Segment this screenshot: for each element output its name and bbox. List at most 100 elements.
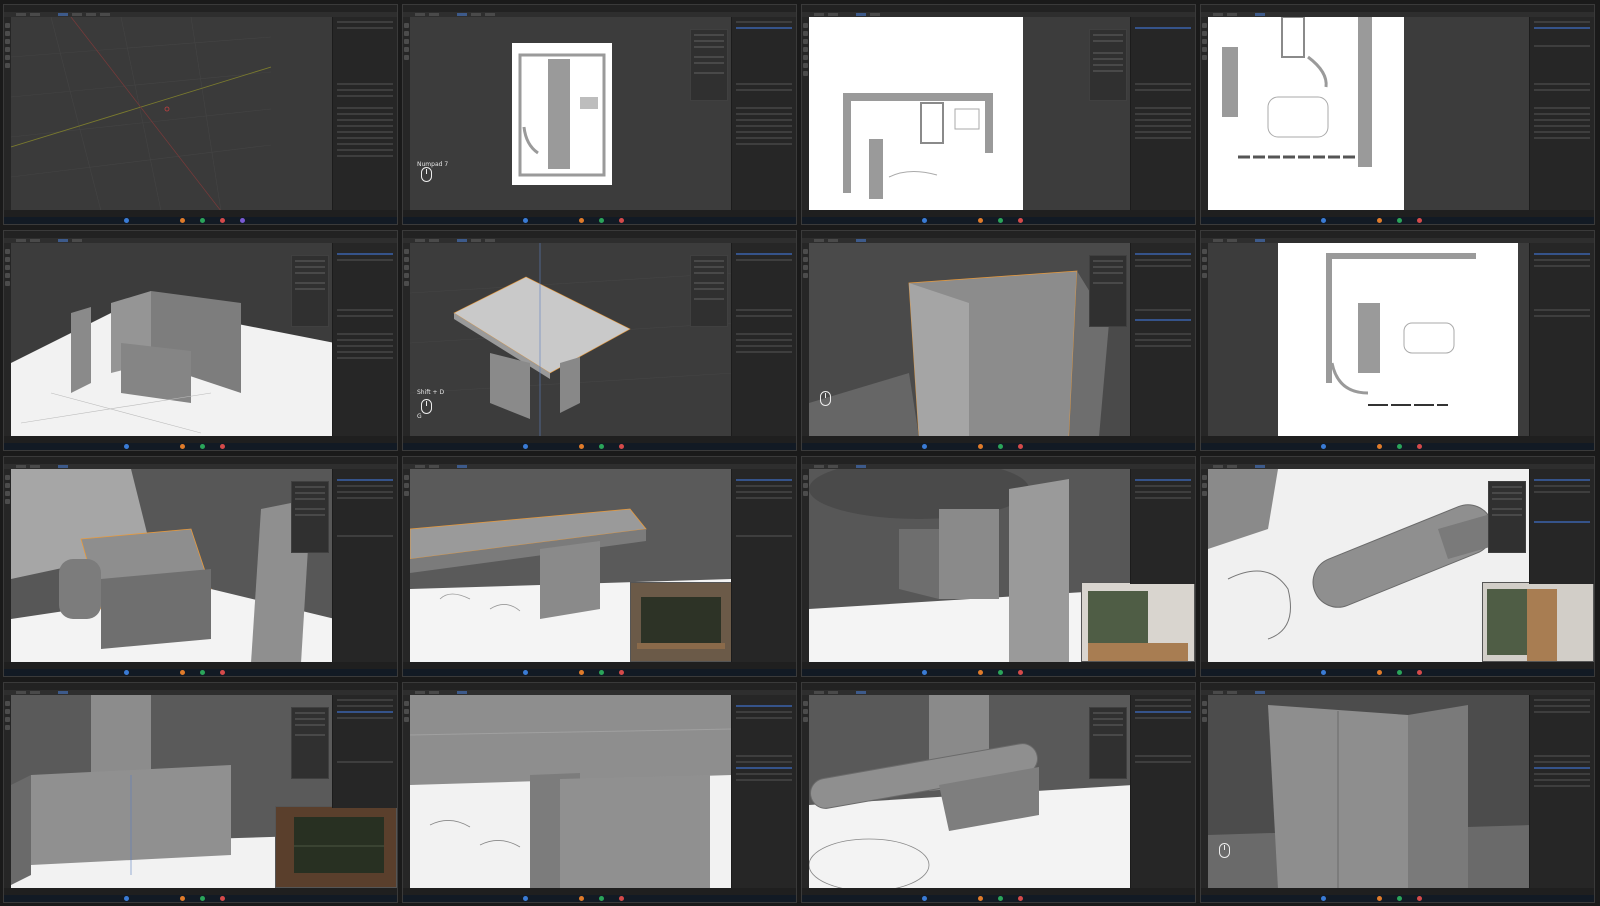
3d-viewport[interactable] xyxy=(809,17,1131,210)
3d-viewport[interactable] xyxy=(809,243,1131,436)
os-taskbar xyxy=(403,669,796,676)
mouse-icon xyxy=(1219,843,1230,858)
thumbnail-floor-slab[interactable]: Shift + D G Z xyxy=(402,230,797,451)
floorplan-reference-image xyxy=(512,43,612,185)
status-bar xyxy=(802,662,1195,669)
status-bar xyxy=(802,888,1195,895)
furniture-reference-photo xyxy=(1483,583,1593,661)
os-taskbar xyxy=(1201,217,1594,224)
os-taskbar xyxy=(4,217,397,224)
webcam-inset xyxy=(275,806,397,888)
properties-panel xyxy=(332,243,397,436)
status-bar xyxy=(1201,436,1594,443)
n-panel xyxy=(291,481,329,553)
n-panel xyxy=(1089,255,1127,327)
thumbnail-walls-extruded[interactable] xyxy=(3,230,398,451)
status-bar xyxy=(4,662,397,669)
os-taskbar xyxy=(4,669,397,676)
properties-panel xyxy=(332,695,397,808)
properties-panel xyxy=(1529,243,1594,436)
thumbnail-counter-closeup[interactable] xyxy=(402,682,797,903)
mouse-icon xyxy=(421,399,432,414)
3d-viewport[interactable] xyxy=(809,695,1131,888)
tool-shelf xyxy=(403,469,410,662)
os-taskbar xyxy=(403,443,796,450)
3d-viewport[interactable] xyxy=(1208,243,1530,436)
properties-panel xyxy=(731,17,796,210)
n-panel xyxy=(1089,29,1127,101)
thumbnail-floorplan-ortho[interactable] xyxy=(1200,230,1595,451)
tool-shelf xyxy=(403,243,410,436)
tool-shelf xyxy=(4,17,11,210)
floorplan-reference-image xyxy=(1208,17,1404,210)
status-bar xyxy=(403,210,796,217)
os-taskbar xyxy=(802,669,1195,676)
3d-viewport[interactable] xyxy=(11,17,333,210)
os-taskbar xyxy=(4,443,397,450)
properties-panel xyxy=(1130,243,1195,436)
thumbnail-tall-cabinet[interactable] xyxy=(1200,682,1595,903)
status-bar xyxy=(403,436,796,443)
3d-viewport[interactable] xyxy=(1208,17,1530,210)
3d-viewport[interactable] xyxy=(410,695,732,888)
thumbnail-rounded-bar[interactable] xyxy=(1200,456,1595,677)
webcam-inset xyxy=(1081,582,1195,662)
3d-model-bench xyxy=(809,695,1131,888)
os-taskbar xyxy=(802,217,1195,224)
status-bar xyxy=(4,436,397,443)
status-bar xyxy=(403,662,796,669)
tool-shelf xyxy=(1201,243,1208,436)
floorplan-reference-image xyxy=(1278,243,1518,436)
status-bar xyxy=(4,888,397,895)
tool-shelf xyxy=(4,469,11,662)
3d-viewport[interactable] xyxy=(410,17,732,210)
3d-model-walls xyxy=(11,291,333,436)
status-bar xyxy=(1201,662,1594,669)
furniture-reference-photo xyxy=(1082,583,1194,661)
thumbnail-wall-closeup[interactable] xyxy=(801,230,1196,451)
3d-viewport[interactable] xyxy=(1208,695,1530,888)
properties-panel xyxy=(1130,469,1195,584)
tool-shelf xyxy=(802,243,809,436)
os-taskbar xyxy=(802,895,1195,902)
thumbnail-floorplan-zoomed[interactable] xyxy=(801,4,1196,225)
tool-shelf xyxy=(4,695,11,888)
status-bar xyxy=(802,436,1195,443)
viewport-grid xyxy=(11,17,271,210)
webcam-inset xyxy=(630,582,732,662)
tool-shelf xyxy=(802,695,809,888)
properties-panel xyxy=(332,17,397,210)
tool-shelf xyxy=(4,243,11,436)
thumbnail-island-counter[interactable] xyxy=(402,456,797,677)
properties-panel xyxy=(1529,17,1594,210)
properties-panel xyxy=(1130,695,1195,888)
webcam-inset xyxy=(1482,582,1594,662)
tool-shelf xyxy=(403,17,410,210)
thumbnail-floorplan-small[interactable]: Numpad 7 xyxy=(402,4,797,225)
properties-panel xyxy=(1529,469,1594,584)
thumbnail-floorplan-detail[interactable] xyxy=(1200,4,1595,225)
thumbnail-bench-island[interactable] xyxy=(801,682,1196,903)
status-bar xyxy=(802,210,1195,217)
3d-viewport[interactable] xyxy=(410,243,732,436)
os-taskbar xyxy=(1201,669,1594,676)
os-taskbar xyxy=(403,217,796,224)
properties-panel xyxy=(1130,17,1195,210)
os-taskbar xyxy=(1201,443,1594,450)
n-panel xyxy=(291,707,329,779)
n-panel xyxy=(291,255,329,327)
status-bar xyxy=(1201,210,1594,217)
furniture-reference-photo xyxy=(631,583,731,661)
3d-model-counter xyxy=(410,695,732,888)
3d-viewport[interactable] xyxy=(11,469,333,662)
floorplan-reference-image xyxy=(809,17,1023,210)
thumbnail-cabinet-frame[interactable] xyxy=(3,682,398,903)
furniture-reference-photo xyxy=(276,807,396,887)
n-panel xyxy=(690,29,728,101)
3d-viewport[interactable] xyxy=(11,243,333,436)
thumbnail-round-table[interactable] xyxy=(801,456,1196,677)
properties-panel xyxy=(332,469,397,662)
video-thumbnail-grid: Numpad 7 Shift + D G xyxy=(3,4,1597,903)
thumbnail-range-block[interactable] xyxy=(3,456,398,677)
thumbnail-empty-scene[interactable] xyxy=(3,4,398,225)
